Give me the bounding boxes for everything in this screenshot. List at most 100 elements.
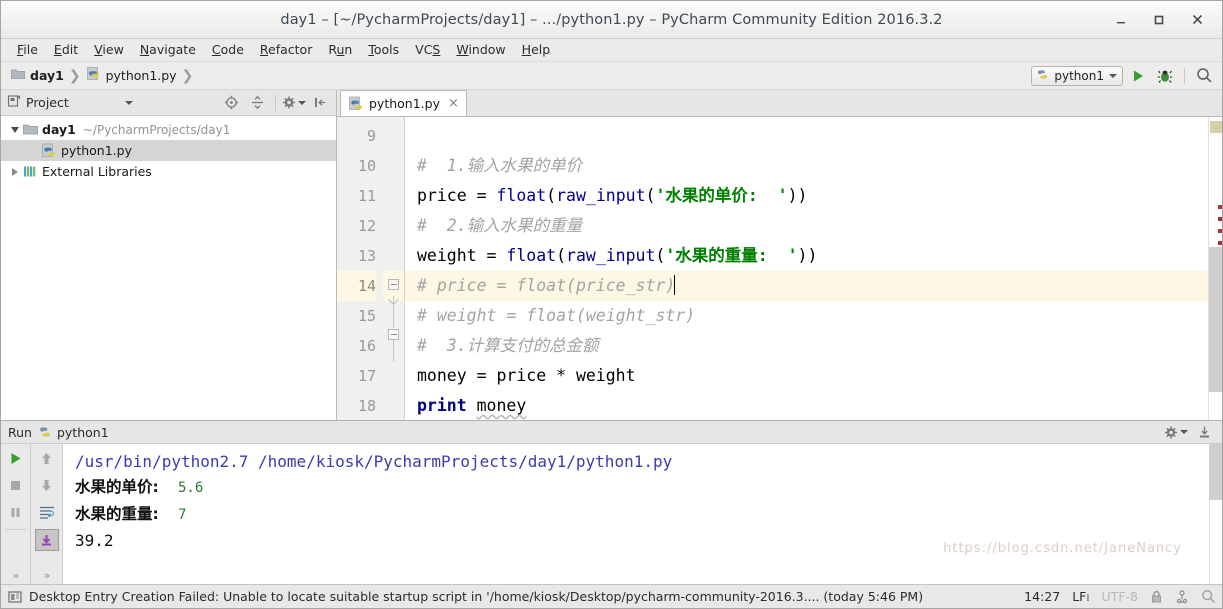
- hide-panel-icon[interactable]: [1192, 421, 1216, 443]
- breadcrumb-day1[interactable]: day1: [11, 68, 64, 83]
- notification-icon[interactable]: [8, 590, 22, 604]
- editor-scrollbar-thumb[interactable]: [1209, 247, 1222, 392]
- code-lines[interactable]: # 1.输入水果的单价 price = float(raw_input('水果的…: [405, 117, 1208, 420]
- line-number: 11: [357, 187, 376, 205]
- console-line-prompt-2: 水果的重量: 7: [75, 501, 1222, 528]
- breadcrumb-separator-icon: ❯: [68, 67, 81, 84]
- project-panel-chevron-down-icon[interactable]: [124, 100, 133, 105]
- run-panel-config-label[interactable]: python1: [57, 425, 109, 440]
- menu-file[interactable]: File: [9, 39, 46, 61]
- breadcrumb-python1[interactable]: python1.py: [86, 67, 177, 84]
- run-panel-header: Run python1: [1, 421, 1222, 444]
- settings-chevron-down-icon: [298, 100, 306, 105]
- text-caret: [674, 275, 676, 295]
- menu-vcs[interactable]: VCS: [407, 39, 448, 61]
- editor-area: python1.py × 9 10 11 12 13 14 15 16 17 1…: [337, 90, 1222, 420]
- sidebar-tools-divider: [275, 94, 276, 111]
- code-token-comment: # price = float(price_str): [417, 276, 676, 295]
- code-line-11: price = float(raw_input('水果的单价: ')): [405, 181, 1208, 211]
- settings-gear-icon[interactable]: [282, 92, 306, 114]
- vcs-icon[interactable]: [1175, 589, 1189, 604]
- expand-toolbar-icon[interactable]: »: [13, 569, 20, 582]
- tab-label: python1.py: [369, 96, 440, 111]
- console-scrollbar-thumb[interactable]: [1209, 444, 1222, 500]
- code-token-comment: # 3.计算支付的总金额: [417, 336, 599, 355]
- debug-button[interactable]: [1153, 65, 1177, 87]
- code-editor[interactable]: 9 10 11 12 13 14 15 16 17 18 # 1.输入水果的单价…: [337, 117, 1222, 420]
- fold-collapse-icon-line16[interactable]: [388, 329, 399, 340]
- code-token-comment: # weight = float(weight_str): [417, 306, 696, 325]
- status-message[interactable]: Desktop Entry Creation Failed: Unable to…: [29, 589, 923, 604]
- target-icon[interactable]: [219, 92, 243, 114]
- menu-code[interactable]: Code: [204, 39, 252, 61]
- run-console-output[interactable]: /usr/bin/python2.7 /home/kiosk/PycharmPr…: [63, 444, 1222, 584]
- scroll-up-icon[interactable]: [36, 448, 58, 469]
- navbar-actions: python1: [1031, 62, 1216, 89]
- lock-icon[interactable]: [1150, 590, 1163, 604]
- close-button[interactable]: [1180, 5, 1214, 35]
- code-token: )): [797, 246, 818, 265]
- pause-icon[interactable]: [5, 502, 27, 523]
- tree-node-external-libraries[interactable]: External Libraries: [1, 161, 336, 182]
- run-panel-body: » » /usr/bin/python2.7 /home/kiosk/Pycha…: [1, 444, 1222, 584]
- code-token: price =: [417, 186, 497, 205]
- file-encoding[interactable]: UTF-8: [1102, 589, 1138, 604]
- line-number: 14: [337, 271, 376, 301]
- menu-window[interactable]: Window: [448, 39, 513, 61]
- settings-gear-icon[interactable]: [1164, 421, 1188, 443]
- console-vertical-scrollbar[interactable]: [1209, 444, 1222, 584]
- fold-collapse-icon-line14[interactable]: [388, 279, 399, 290]
- rerun-icon[interactable]: [5, 448, 27, 469]
- run-tool-window: Run python1 » » /usr/bin/python2.7 /home…: [1, 420, 1222, 584]
- menu-refactor[interactable]: Refactor: [252, 39, 320, 61]
- code-token-fn: float: [506, 246, 557, 265]
- menu-tools[interactable]: Tools: [360, 39, 407, 61]
- console-input-value: 7: [177, 507, 187, 523]
- code-line-15: # weight = float(weight_str): [405, 301, 1208, 331]
- expand-toolbar-icon-2[interactable]: »: [44, 569, 51, 582]
- console-line-command: /usr/bin/python2.7 /home/kiosk/PycharmPr…: [75, 449, 1222, 474]
- menu-navigate[interactable]: Navigate: [132, 39, 204, 61]
- run-configuration-selector[interactable]: python1: [1031, 65, 1123, 86]
- maximize-button[interactable]: [1142, 5, 1176, 35]
- line-number: 12: [357, 217, 376, 235]
- caret-position[interactable]: 14:27: [1024, 589, 1060, 604]
- menu-edit[interactable]: Edit: [46, 39, 86, 61]
- hide-panel-icon[interactable]: [308, 92, 332, 114]
- editor-error-stripe[interactable]: [1208, 117, 1222, 420]
- tab-python1-py[interactable]: python1.py ×: [340, 90, 467, 116]
- tree-node-day1[interactable]: day1 ~/PycharmProjects/day1: [1, 119, 336, 140]
- code-token: )): [787, 186, 808, 205]
- menu-view[interactable]: View: [86, 39, 132, 61]
- menu-help[interactable]: Help: [514, 39, 559, 61]
- run-button[interactable]: [1126, 65, 1150, 87]
- python-file-icon: [349, 96, 364, 111]
- collapse-all-icon[interactable]: [245, 92, 269, 114]
- tree-node-python1[interactable]: python1.py: [1, 140, 336, 161]
- soft-wrap-icon[interactable]: [36, 502, 58, 523]
- run-panel-title: Run: [8, 424, 32, 440]
- console-input-value: 5.6: [177, 480, 204, 496]
- expand-toggle-external-libraries[interactable]: [7, 167, 23, 176]
- scroll-down-icon[interactable]: [36, 475, 58, 496]
- line-number: 10: [357, 157, 376, 175]
- code-token-fn: raw_input: [566, 246, 656, 265]
- stop-icon[interactable]: [5, 475, 27, 496]
- tab-close-icon[interactable]: ×: [448, 96, 459, 111]
- code-token: (: [655, 246, 666, 265]
- tree-node-python1-label: python1.py: [61, 143, 132, 158]
- editor-vertical-scrollbar[interactable]: [1209, 117, 1222, 420]
- minimize-button[interactable]: [1104, 5, 1138, 35]
- tree-node-day1-path: ~/PycharmProjects/day1: [82, 122, 231, 137]
- line-separator[interactable]: LF⁞: [1072, 589, 1089, 604]
- code-folding-gutter[interactable]: [383, 117, 405, 420]
- code-token-string: '水果的重量: ': [665, 246, 798, 265]
- menu-run[interactable]: Run: [320, 39, 360, 61]
- run-panel-second-toolbar: »: [31, 444, 63, 584]
- scroll-to-end-icon[interactable]: [34, 529, 59, 551]
- expand-toggle-day1[interactable]: [7, 126, 23, 133]
- search-icon[interactable]: [1201, 589, 1216, 604]
- search-icon[interactable]: [1192, 65, 1216, 87]
- code-token: (: [546, 186, 557, 205]
